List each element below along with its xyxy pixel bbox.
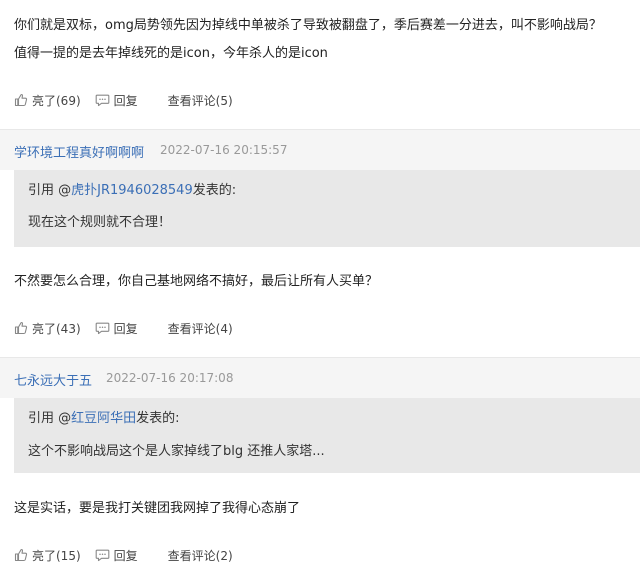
reply-button[interactable]: 回复 xyxy=(95,320,138,337)
quote-header: 引用 @红豆阿华田发表的: xyxy=(28,407,180,426)
quote-block: 引用 @红豆阿华田发表的: 这个不影响战局这个是人家掉线了blg 还推人家塔..… xyxy=(14,398,640,473)
author-name[interactable]: 七永远大于五 xyxy=(14,370,92,389)
like-button[interactable]: 亮了(69) xyxy=(14,92,81,109)
post-header: 学环境工程真好啊啊啊 2022-07-16 20:15:57 xyxy=(0,130,640,170)
quote-suffix: 发表的: xyxy=(136,411,180,426)
chat-bubble-icon xyxy=(95,549,109,562)
reply-button[interactable]: 回复 xyxy=(95,547,138,564)
post-actions: 亮了(15) 回复 查看评论(2) xyxy=(14,546,233,564)
post-actions: 亮了(69) 回复 查看评论(5) xyxy=(14,91,233,109)
view-comments-label: 查看评论(5) xyxy=(167,93,233,108)
author-name[interactable]: 学环境工程真好啊啊啊 xyxy=(14,142,144,161)
reply-label: 回复 xyxy=(113,321,138,336)
quoted-user-link[interactable]: 虎扑JR1946028549 xyxy=(71,183,193,198)
quote-text: 现在这个规则就不合理！ xyxy=(28,215,172,230)
post-timestamp: 2022-07-16 20:15:57 xyxy=(160,143,288,157)
view-comments-link[interactable]: 查看评论(4) xyxy=(168,320,233,337)
quote-text: 这个不影响战局这个是人家掉线了blg 还推人家塔... xyxy=(28,444,325,459)
like-button[interactable]: 亮了(15) xyxy=(14,547,81,564)
quote-prefix: 引用 @ xyxy=(28,411,72,426)
like-count: 亮了(43) xyxy=(32,321,81,336)
thumbs-up-icon xyxy=(14,322,28,335)
chat-bubble-icon xyxy=(95,94,109,107)
post-text-line: 你们就是双标，omg局势领先因为掉线中单被杀了导致被翻盘了，季后赛差一分进去，叫… xyxy=(14,18,602,33)
view-comments-label: 查看评论(2) xyxy=(167,548,233,563)
post-text: 这是实话，要是我打关键团我网掉了我得心态崩了 xyxy=(14,501,301,516)
quote-block: 引用 @虎扑JR1946028549发表的: 现在这个规则就不合理！ xyxy=(14,170,640,247)
quoted-user-link[interactable]: 红豆阿华田 xyxy=(71,411,136,426)
like-button[interactable]: 亮了(43) xyxy=(14,320,81,337)
view-comments-link[interactable]: 查看评论(5) xyxy=(168,92,233,109)
quote-header: 引用 @虎扑JR1946028549发表的: xyxy=(28,179,236,198)
reply-label: 回复 xyxy=(113,548,138,563)
reply-label: 回复 xyxy=(113,93,138,108)
quote-suffix: 发表的: xyxy=(192,183,237,198)
view-comments-link[interactable]: 查看评论(2) xyxy=(168,547,233,564)
thumbs-up-icon xyxy=(14,94,28,107)
post-header: 七永远大于五 2022-07-16 20:17:08 xyxy=(0,358,640,398)
like-count: 亮了(15) xyxy=(32,548,81,563)
post-text: 不然要怎么合理，你自己基地网络不搞好，最后让所有人买单？ xyxy=(14,274,379,289)
post-actions: 亮了(43) 回复 查看评论(4) xyxy=(14,319,233,337)
chat-bubble-icon xyxy=(95,322,109,335)
thumbs-up-icon xyxy=(14,549,28,562)
like-count: 亮了(69) xyxy=(32,93,81,108)
post-timestamp: 2022-07-16 20:17:08 xyxy=(106,371,234,385)
post-text-line: 值得一提的是去年掉线死的是icon，今年杀人的是icon xyxy=(14,46,328,61)
reply-button[interactable]: 回复 xyxy=(95,92,138,109)
quote-prefix: 引用 @ xyxy=(28,183,72,198)
view-comments-label: 查看评论(4) xyxy=(167,321,233,336)
